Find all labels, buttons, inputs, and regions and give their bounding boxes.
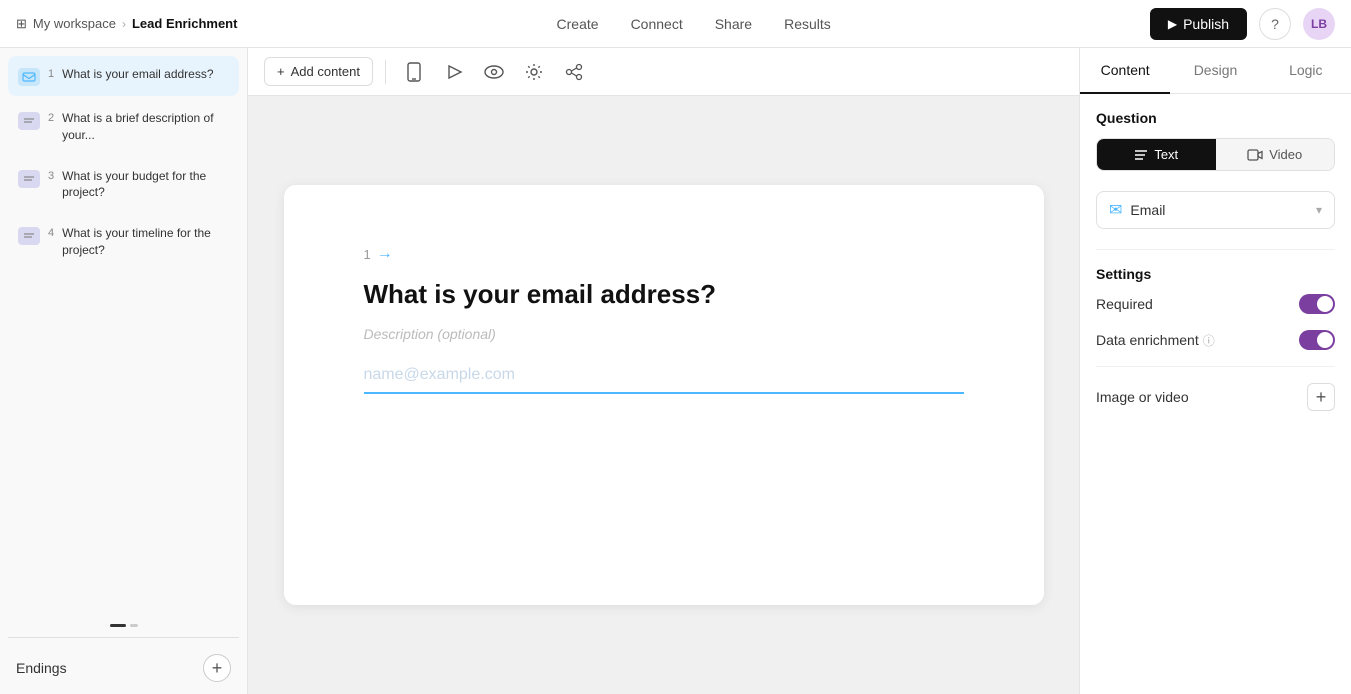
field-type-left: ✉ Email bbox=[1109, 200, 1165, 220]
type-video-button[interactable]: Video bbox=[1216, 139, 1335, 170]
workspace-nav[interactable]: ⊞ My workspace bbox=[16, 16, 116, 32]
info-icon: ⓘ bbox=[1203, 332, 1215, 349]
tab-connect[interactable]: Connect bbox=[631, 12, 683, 36]
question-description[interactable]: Description (optional) bbox=[364, 326, 964, 342]
tab-content[interactable]: Content bbox=[1080, 48, 1170, 94]
text-question-icon-4 bbox=[18, 227, 40, 245]
q-num-3: 3 bbox=[48, 170, 54, 182]
tab-design[interactable]: Design bbox=[1170, 48, 1260, 94]
image-video-label: Image or video bbox=[1096, 389, 1189, 405]
type-text-label: Text bbox=[1154, 147, 1178, 162]
question-item-2[interactable]: 2 What is a brief description of your... bbox=[8, 100, 239, 154]
tab-share[interactable]: Share bbox=[715, 12, 752, 36]
type-text-button[interactable]: Text bbox=[1097, 139, 1216, 170]
breadcrumb-chevron: › bbox=[122, 17, 126, 31]
question-item-1[interactable]: 1 What is your email address? bbox=[8, 56, 239, 96]
question-section-title: Question bbox=[1096, 110, 1335, 126]
top-nav: ⊞ My workspace › Lead Enrichment Create … bbox=[0, 0, 1351, 48]
text-question-icon-2 bbox=[18, 112, 40, 130]
tab-create[interactable]: Create bbox=[557, 12, 599, 36]
panel-body: Question Text Video ✉ Email ▾ Se bbox=[1080, 94, 1351, 694]
question-item-4[interactable]: 4 What is your timeline for the project? bbox=[8, 215, 239, 269]
add-content-label: Add content bbox=[291, 64, 360, 79]
q-label-1: What is your email address? bbox=[62, 66, 213, 83]
page-title: Lead Enrichment bbox=[132, 16, 237, 31]
add-content-button[interactable]: + Add content bbox=[264, 57, 373, 86]
plus-icon: + bbox=[277, 64, 285, 79]
question-card: 1 → What is your email address? Descript… bbox=[284, 185, 1044, 605]
required-setting-row: Required bbox=[1096, 294, 1335, 314]
play-icon: ▶ bbox=[1168, 17, 1177, 31]
data-enrichment-setting-row: Data enrichment ⓘ bbox=[1096, 330, 1335, 350]
settings-divider bbox=[1096, 249, 1335, 250]
preview-button[interactable] bbox=[438, 56, 470, 88]
type-video-label: Video bbox=[1269, 147, 1302, 162]
add-media-button[interactable]: + bbox=[1307, 383, 1335, 411]
nav-tabs: Create Connect Share Results bbox=[237, 12, 1149, 36]
email-question-icon bbox=[18, 68, 40, 86]
panel-tabs: Content Design Logic bbox=[1080, 48, 1351, 94]
question-type-toggle: Text Video bbox=[1096, 138, 1335, 171]
q-num-2: 2 bbox=[48, 112, 54, 124]
question-number-row: 1 → bbox=[364, 245, 964, 263]
q-num-1: 1 bbox=[48, 68, 54, 80]
question-number: 1 bbox=[364, 247, 371, 262]
required-label: Required bbox=[1096, 296, 1153, 312]
grid-icon: ⊞ bbox=[16, 16, 27, 32]
email-input[interactable] bbox=[364, 358, 964, 394]
question-arrow-icon: → bbox=[377, 245, 393, 263]
required-toggle[interactable] bbox=[1299, 294, 1335, 314]
publish-button[interactable]: ▶ Publish bbox=[1150, 8, 1247, 40]
email-field-icon: ✉ bbox=[1109, 200, 1122, 220]
field-type-label: Email bbox=[1130, 202, 1165, 218]
right-panel: Content Design Logic Question Text Video… bbox=[1079, 48, 1351, 694]
image-video-row: Image or video + bbox=[1096, 383, 1335, 411]
workspace-label[interactable]: My workspace bbox=[33, 16, 116, 31]
field-type-select[interactable]: ✉ Email ▾ bbox=[1096, 191, 1335, 229]
questions-list: 1 What is your email address? 2 What is … bbox=[0, 48, 247, 618]
data-enrichment-label: Data enrichment ⓘ bbox=[1096, 332, 1215, 349]
chevron-down-icon: ▾ bbox=[1316, 203, 1322, 217]
scroll-dot-active bbox=[110, 624, 126, 627]
sidebar-divider bbox=[8, 637, 239, 638]
add-ending-button[interactable]: + bbox=[203, 654, 231, 682]
main-layout: 1 What is your email address? 2 What is … bbox=[0, 48, 1351, 694]
canvas-body: 1 → What is your email address? Descript… bbox=[248, 96, 1079, 694]
question-title[interactable]: What is your email address? bbox=[364, 279, 964, 310]
media-divider bbox=[1096, 366, 1335, 367]
q-num-4: 4 bbox=[48, 227, 54, 239]
eye-button[interactable] bbox=[478, 56, 510, 88]
canvas-area: + Add content 1 bbox=[248, 48, 1079, 694]
scroll-indicator bbox=[0, 618, 247, 633]
endings-label: Endings bbox=[16, 660, 67, 676]
endings-section: Endings + bbox=[0, 642, 247, 694]
nav-right: ▶ Publish ? LB bbox=[1150, 8, 1335, 40]
text-question-icon-3 bbox=[18, 170, 40, 188]
canvas-toolbar: + Add content bbox=[248, 48, 1079, 96]
data-enrichment-toggle[interactable] bbox=[1299, 330, 1335, 350]
q-label-4: What is your timeline for the project? bbox=[62, 225, 229, 259]
tab-logic[interactable]: Logic bbox=[1261, 48, 1351, 94]
sidebar: 1 What is your email address? 2 What is … bbox=[0, 48, 248, 694]
scroll-dot-inactive bbox=[130, 624, 138, 627]
settings-section-title: Settings bbox=[1096, 266, 1335, 282]
question-item-3[interactable]: 3 What is your budget for the project? bbox=[8, 158, 239, 212]
q-label-2: What is a brief description of your... bbox=[62, 110, 229, 144]
flow-button[interactable] bbox=[558, 56, 590, 88]
toolbar-separator-1 bbox=[385, 60, 386, 84]
mobile-view-button[interactable] bbox=[398, 56, 430, 88]
avatar[interactable]: LB bbox=[1303, 8, 1335, 40]
settings-button[interactable] bbox=[518, 56, 550, 88]
q-label-3: What is your budget for the project? bbox=[62, 168, 229, 202]
publish-label: Publish bbox=[1183, 16, 1229, 32]
help-button[interactable]: ? bbox=[1259, 8, 1291, 40]
tab-results[interactable]: Results bbox=[784, 12, 831, 36]
